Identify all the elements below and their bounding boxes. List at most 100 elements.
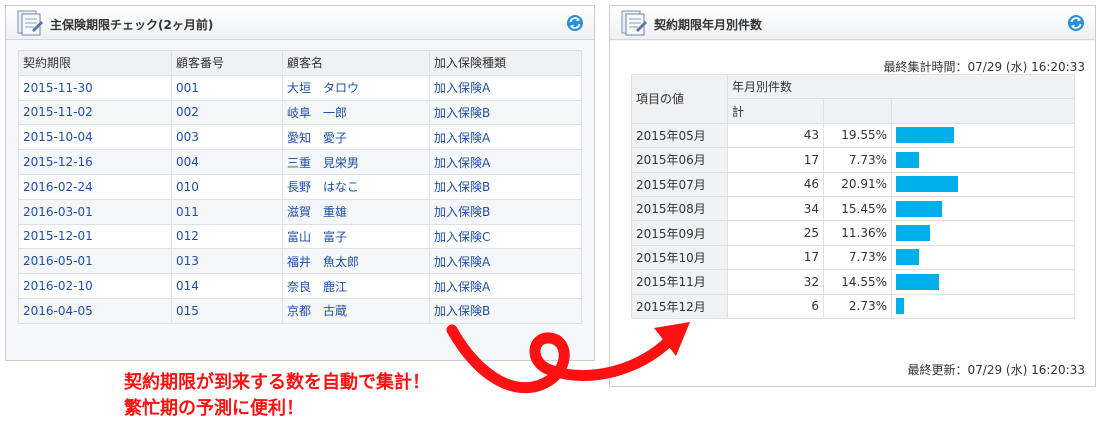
cell-customer-no[interactable]: 004 — [171, 149, 283, 175]
table-row[interactable]: 2015年10月 17 7.73% — [631, 244, 1075, 271]
table-row[interactable]: 2015年05月 43 19.55% — [631, 122, 1075, 149]
annotation-line-2: 繁忙期の予測に便利！ — [124, 398, 304, 419]
cell-insurance-type[interactable]: 加入保険B — [429, 198, 582, 225]
table-row[interactable]: 2015年11月 32 14.55% — [631, 269, 1075, 295]
panel-title: 主保険期限チェック(2ヶ月前) — [50, 18, 214, 32]
cell-customer-name[interactable]: 大垣 タロウ — [282, 74, 430, 101]
refresh-icon[interactable] — [1067, 14, 1085, 32]
table-row[interactable]: 2016-05-01 013 福井 魚太郎 加入保険A — [18, 248, 582, 275]
table-row[interactable]: 2015年07月 46 20.91% — [631, 171, 1075, 197]
cell-expiry[interactable]: 2015-11-02 — [18, 99, 172, 126]
cell-insurance-type[interactable]: 加入保険A — [429, 74, 582, 101]
cell-customer-no[interactable]: 015 — [171, 297, 283, 324]
cell-count[interactable]: 17 — [727, 244, 824, 271]
cell-expiry[interactable]: 2015-11-30 — [18, 74, 172, 101]
cell-customer-name[interactable]: 岐阜 一郎 — [282, 99, 430, 126]
cell-insurance-type[interactable]: 加入保険B — [429, 173, 582, 200]
cell-customer-no[interactable]: 014 — [171, 273, 283, 299]
column-header-insurance-type[interactable]: 加入保険種類 — [429, 50, 582, 76]
document-icon — [621, 10, 647, 36]
column-header-total[interactable]: 計 — [727, 98, 824, 124]
cell-customer-name[interactable]: 富山 富子 — [282, 223, 430, 250]
table-row[interactable]: 2015-10-04 003 愛知 愛子 加入保険A — [18, 124, 582, 151]
cell-customer-name[interactable]: 愛知 愛子 — [282, 124, 430, 151]
cell-percentage: 2.73% — [823, 293, 892, 319]
column-header-item[interactable]: 項目の値 — [631, 74, 728, 124]
count-bar — [896, 200, 942, 217]
cell-month[interactable]: 2015年07月 — [631, 171, 728, 197]
cell-customer-no[interactable]: 013 — [171, 248, 283, 275]
cell-count[interactable]: 46 — [727, 171, 824, 197]
cell-customer-no[interactable]: 012 — [171, 223, 283, 250]
cell-month[interactable]: 2015年08月 — [631, 195, 728, 222]
cell-count[interactable]: 32 — [727, 269, 824, 295]
column-header-expiry[interactable]: 契約期限 — [18, 50, 172, 76]
cell-month[interactable]: 2015年05月 — [631, 122, 728, 149]
cell-insurance-type[interactable]: 加入保険A — [429, 124, 582, 151]
table-row[interactable]: 2015-12-01 012 富山 富子 加入保険C — [18, 223, 582, 250]
table-row[interactable]: 2015-11-02 002 岐阜 一郎 加入保険B — [18, 99, 582, 126]
cell-insurance-type[interactable]: 加入保険A — [429, 248, 582, 275]
document-icon — [17, 10, 43, 36]
cell-expiry[interactable]: 2015-12-01 — [18, 223, 172, 250]
cell-customer-no[interactable]: 010 — [171, 173, 283, 200]
panel-title: 契約期限年月別件数 — [654, 18, 763, 32]
cell-insurance-type[interactable]: 加入保険B — [429, 99, 582, 126]
cell-insurance-type[interactable]: 加入保険A — [429, 149, 582, 175]
table-header-row: 項目の値 年月別件数 — [631, 73, 1075, 124]
cell-expiry[interactable]: 2016-02-10 — [18, 273, 172, 299]
cell-expiry[interactable]: 2016-03-01 — [18, 198, 172, 225]
cell-month[interactable]: 2015年11月 — [631, 269, 728, 295]
cell-insurance-type[interactable]: 加入保険A — [429, 273, 582, 299]
cell-customer-no[interactable]: 011 — [171, 198, 283, 225]
cell-expiry[interactable]: 2016-04-05 — [18, 297, 172, 324]
cell-count[interactable]: 43 — [727, 122, 824, 149]
table-row[interactable]: 2015-11-30 001 大垣 タロウ 加入保険A — [18, 74, 582, 101]
last-updated-time: 最終更新：07/29 (水) 16:20:33 — [907, 363, 1085, 377]
cell-customer-name[interactable]: 京都 古蔵 — [282, 297, 430, 324]
cell-customer-name[interactable]: 奈良 鹿江 — [282, 273, 430, 299]
table-row[interactable]: 2016-03-01 011 滋賀 重雄 加入保険B — [18, 198, 582, 225]
table-row[interactable]: 2015-12-16 004 三重 見栄男 加入保険A — [18, 149, 582, 175]
count-bar — [896, 127, 954, 144]
table-row[interactable]: 2016-02-24 010 長野 はなこ 加入保険B — [18, 173, 582, 200]
cell-count[interactable]: 17 — [727, 147, 824, 173]
table-row[interactable]: 2015年06月 17 7.73% — [631, 147, 1075, 173]
cell-insurance-type[interactable]: 加入保険C — [429, 223, 582, 250]
cell-month[interactable]: 2015年09月 — [631, 220, 728, 246]
table-row[interactable]: 2015年09月 25 11.36% — [631, 220, 1075, 246]
cell-expiry[interactable]: 2015-12-16 — [18, 149, 172, 175]
cell-expiry[interactable]: 2016-02-24 — [18, 173, 172, 200]
table-row[interactable]: 2015年08月 34 15.45% — [631, 195, 1075, 222]
cell-month[interactable]: 2015年06月 — [631, 147, 728, 173]
refresh-icon[interactable] — [566, 14, 584, 32]
cell-count[interactable]: 34 — [727, 195, 824, 222]
column-header-bar — [891, 98, 1075, 124]
column-header-customer-name[interactable]: 顧客名 — [282, 50, 430, 76]
cell-customer-no[interactable]: 002 — [171, 99, 283, 126]
cell-customer-no[interactable]: 001 — [171, 74, 283, 101]
column-header-customer-no[interactable]: 顧客番号 — [171, 50, 283, 76]
column-header-pct — [823, 98, 892, 124]
cell-expiry[interactable]: 2015-10-04 — [18, 124, 172, 151]
cell-percentage: 11.36% — [823, 220, 892, 246]
count-bar — [896, 225, 930, 242]
cell-percentage: 19.55% — [823, 122, 892, 149]
count-bar — [896, 151, 919, 168]
column-header-monthly-count[interactable]: 年月別件数 — [727, 73, 1075, 100]
cell-month[interactable]: 2015年10月 — [631, 244, 728, 271]
cell-customer-name[interactable]: 三重 見栄男 — [282, 149, 430, 175]
cell-customer-name[interactable]: 長野 はなこ — [282, 173, 430, 200]
cell-count[interactable]: 25 — [727, 220, 824, 246]
cell-expiry[interactable]: 2016-05-01 — [18, 248, 172, 275]
cell-customer-name[interactable]: 福井 魚太郎 — [282, 248, 430, 275]
panel-header: 契約期限年月別件数 — [610, 6, 1095, 40]
cell-bar — [891, 269, 1075, 295]
cell-bar — [891, 195, 1075, 222]
cell-customer-no[interactable]: 003 — [171, 124, 283, 151]
table-row[interactable]: 2016-02-10 014 奈良 鹿江 加入保険A — [18, 273, 582, 299]
annotation-line-1: 契約期限が到来する数を自動で集計！ — [124, 372, 430, 393]
cell-customer-name[interactable]: 滋賀 重雄 — [282, 198, 430, 225]
count-bar — [896, 273, 939, 290]
cell-count[interactable]: 6 — [727, 293, 824, 319]
